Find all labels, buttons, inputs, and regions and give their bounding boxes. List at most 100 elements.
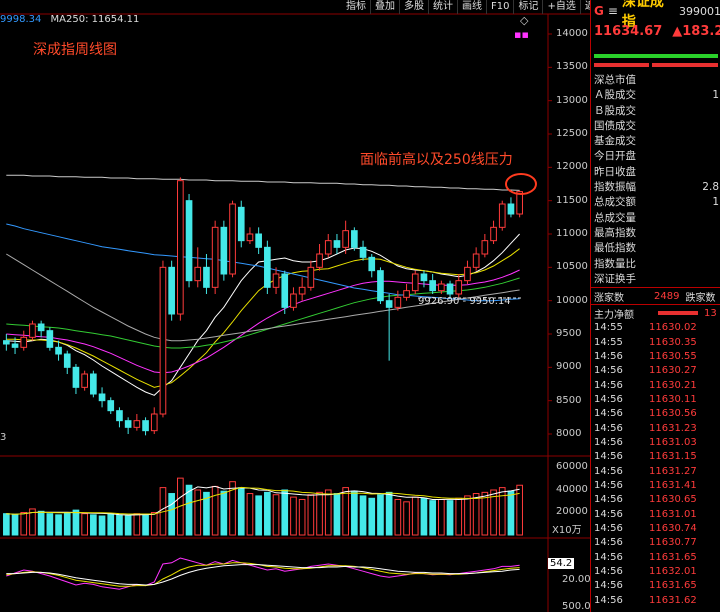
candle[interactable] [481,240,489,255]
chart-title: 深成指周线图 [33,42,117,58]
price-tick: 8500 [556,394,582,406]
candle[interactable] [20,336,28,348]
candle[interactable] [81,373,88,388]
candle[interactable] [498,203,506,228]
volume-bar [264,491,271,536]
candle[interactable] [63,353,71,368]
candle[interactable] [403,290,410,298]
candle[interactable] [203,266,210,288]
candle[interactable] [246,233,254,242]
candle[interactable] [264,246,271,288]
toolbar-draw-button[interactable]: 画线 [458,0,487,14]
volume-bar [150,511,158,536]
tick-time: 14:55 [594,336,623,348]
candle[interactable] [429,280,436,292]
toolbar-mark-button[interactable]: 标记 [514,0,544,14]
volume-bar [290,496,297,536]
candle[interactable] [272,273,280,288]
tick-price: 11630.55 [649,350,697,362]
main-flow-label: 主力净额 [594,309,634,321]
candle[interactable] [150,413,158,432]
volume-bar [385,491,393,536]
candle[interactable] [177,180,184,315]
up-label: 涨家数 [594,292,624,304]
candle[interactable] [420,273,428,282]
toolbar-overlay-button[interactable]: 叠加 [371,0,400,14]
candle[interactable] [342,230,349,248]
candle[interactable] [124,420,132,428]
candle[interactable] [46,330,54,348]
candle[interactable] [107,400,115,412]
candle[interactable] [142,420,149,432]
quote-fields: 深总市值 Ａ股成交 1 Ｂ股成交 国债成交 基金成交 今日开盘 昨日收盘 指数振幅… [591,73,720,287]
candle[interactable] [394,296,402,308]
tick-row: 14:56 11631.65 [591,551,720,565]
volume-bar [72,509,80,536]
candle[interactable] [211,226,219,288]
candle[interactable] [385,300,393,308]
candle[interactable] [507,203,515,215]
toolbar: 指标 叠加 多股 统计 画线 F10 标记 +自选 返回 [342,0,610,14]
candle[interactable] [55,346,62,355]
candle[interactable] [229,203,236,275]
dots-icon[interactable]: ▪▪ [514,28,529,41]
candle[interactable] [455,280,463,295]
candle[interactable] [438,283,445,292]
tick-price: 11630.27 [649,365,697,377]
candle[interactable] [98,393,106,402]
candle[interactable] [194,266,202,282]
menu-icon[interactable]: ≡ [608,4,618,18]
candle[interactable] [359,246,367,258]
candle[interactable] [316,253,323,268]
toolbar-f10-button[interactable]: F10 [487,0,515,14]
candle[interactable] [237,206,245,242]
diamond-icon[interactable]: ◇ [520,14,528,27]
field-low: 最低指数 [594,242,636,255]
price-tick: 11500 [556,194,588,206]
toolbar-indicator-button[interactable]: 指标 [342,0,371,14]
candle[interactable] [490,226,497,242]
candle[interactable] [255,233,262,248]
candle[interactable] [11,343,19,348]
main-flow-row: 主力净额 13 [591,304,720,321]
candle[interactable] [446,283,454,295]
candle[interactable] [3,340,10,345]
candle[interactable] [472,253,480,268]
toolbar-multistock-button[interactable]: 多股 [400,0,429,14]
candle[interactable] [159,266,167,415]
candle[interactable] [307,266,315,288]
side-label: 3 [0,432,7,443]
candle[interactable] [377,270,384,302]
volume-bar [46,513,54,536]
toolbar-stats-button[interactable]: 统计 [429,0,458,14]
volume-tick-40000: 40000 [556,484,588,495]
candle[interactable] [220,226,228,275]
candle[interactable] [324,240,332,255]
volume-bar [98,515,106,536]
volume-tick-20000: 20000 [556,506,588,517]
tick-price: 11630.11 [649,393,697,405]
candle[interactable] [185,200,193,282]
candle[interactable] [133,420,141,428]
candle[interactable] [351,230,358,248]
candle[interactable] [516,191,523,215]
volume-bar [351,490,358,536]
candle[interactable] [281,273,289,308]
candle[interactable] [90,373,97,395]
candle[interactable] [368,256,376,272]
candle[interactable] [290,293,297,308]
volume-bar [63,511,71,536]
price-tick: 14000 [556,28,588,39]
candle[interactable] [411,273,419,292]
toolbar-add-watch-button[interactable]: +自选 [543,0,581,14]
candle[interactable] [29,323,36,338]
candle[interactable] [72,366,80,388]
candle[interactable] [333,240,341,248]
candle[interactable] [37,323,45,332]
candle[interactable] [116,410,123,422]
field-a-vol: Ａ股成交 1 [594,89,719,102]
candle[interactable] [464,266,471,282]
volume-bar [107,513,115,536]
candle[interactable] [298,286,306,295]
candle[interactable] [168,266,175,315]
